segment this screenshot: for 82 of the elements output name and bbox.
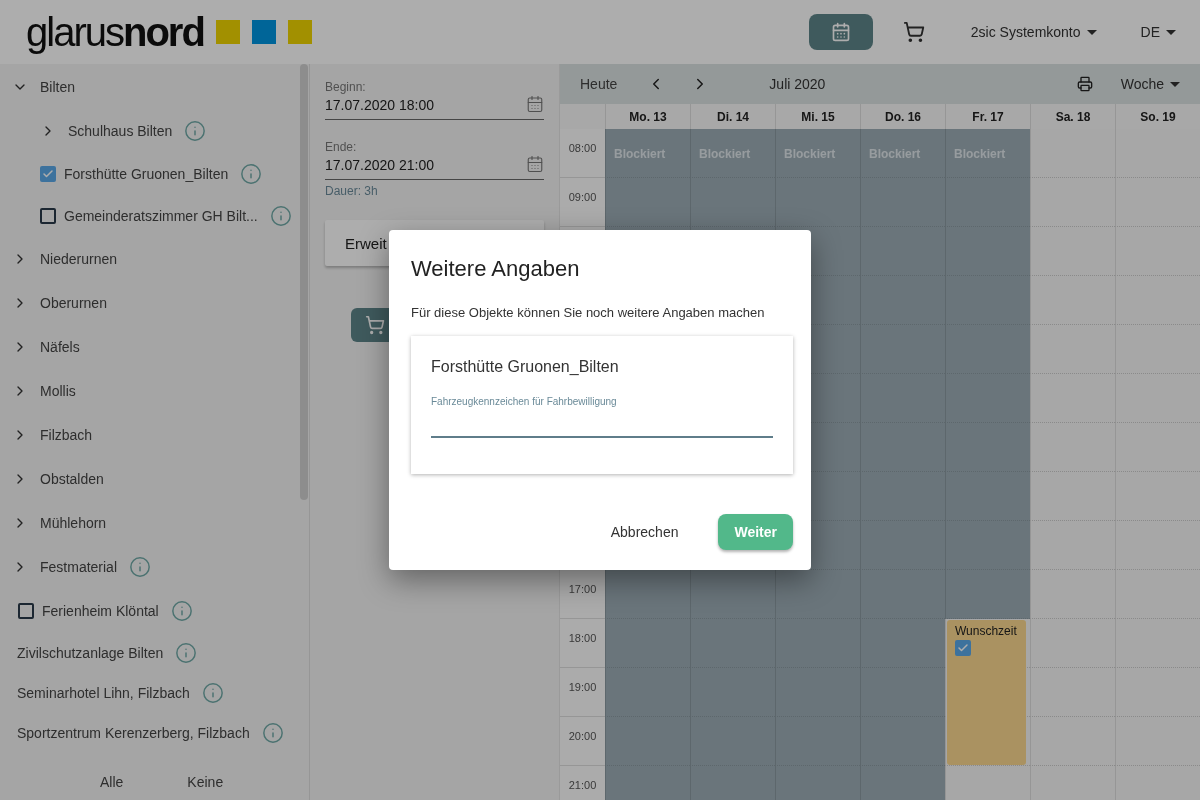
- duration-text: Dauer: 3h: [325, 184, 379, 198]
- tree-item-label[interactable]: Bilten: [40, 79, 76, 95]
- check-icon: [957, 642, 969, 654]
- tree-item-label[interactable]: Festmaterial: [40, 559, 118, 575]
- tree-item-label[interactable]: Niederurnen: [40, 251, 118, 267]
- calendar-icon: [830, 22, 851, 42]
- time-slot[interactable]: [1030, 668, 1115, 717]
- calendar-button[interactable]: [808, 14, 873, 50]
- time-slot[interactable]: [1115, 423, 1200, 472]
- dialog-text: Für diese Objekte können Sie noch weitere Angaben machen: [411, 304, 766, 322]
- logo-text: glarusnord: [26, 10, 204, 54]
- select-link[interactable]: Keine: [175, 770, 236, 794]
- time-slot[interactable]: [1030, 570, 1115, 619]
- time-slot[interactable]: [1115, 570, 1200, 619]
- tree-item-label[interactable]: Näfels: [40, 339, 80, 355]
- cart-icon[interactable]: [902, 21, 925, 43]
- date-field[interactable]: Beginn: 17.07.2020 18:00: [325, 80, 544, 120]
- checkbox[interactable]: [955, 640, 971, 656]
- view-menu[interactable]: Woche: [1120, 76, 1180, 92]
- time-slot[interactable]: [1030, 619, 1115, 668]
- calendar-icon[interactable]: [526, 95, 544, 113]
- info-icon[interactable]: [170, 600, 193, 622]
- tree-item-label[interactable]: Obstalden: [40, 471, 104, 487]
- tree-item-label[interactable]: Mollis: [40, 383, 76, 399]
- tree-item-label[interactable]: Zivilschutzanlage Bilten: [17, 645, 164, 661]
- time-slot[interactable]: [1030, 521, 1115, 570]
- tree-item-label[interactable]: Forsthütte Gruonen_Bilten: [64, 166, 229, 182]
- info-icon[interactable]: [269, 205, 292, 227]
- checkbox[interactable]: [40, 208, 56, 224]
- time-slot[interactable]: [1030, 178, 1115, 227]
- field-label: Fahrzeugkennzeichen für Fahrbewilligung: [431, 396, 618, 408]
- time-slot[interactable]: [1115, 619, 1200, 668]
- info-icon[interactable]: [201, 682, 224, 704]
- time-slot[interactable]: [1030, 129, 1115, 178]
- tree-item-label[interactable]: Mühlehorn: [40, 515, 107, 531]
- time-slot[interactable]: [1115, 276, 1200, 325]
- check-icon: [42, 168, 54, 180]
- cancel-button[interactable]: Abbrechen: [594, 514, 695, 550]
- account-menu[interactable]: 2sic Systemkonto: [970, 24, 1097, 40]
- info-icon[interactable]: [129, 556, 152, 578]
- time-slot[interactable]: [1115, 717, 1200, 766]
- time-slot[interactable]: [1030, 227, 1115, 276]
- info-icon[interactable]: [261, 722, 284, 744]
- time-slot[interactable]: [1115, 374, 1200, 423]
- language-menu[interactable]: DE: [1140, 24, 1176, 40]
- time-slot[interactable]: [1115, 129, 1200, 178]
- event-block[interactable]: Wunschzeit: [947, 620, 1026, 765]
- tree-item-label[interactable]: Schulhaus Bilten: [68, 123, 173, 139]
- time-slot[interactable]: [1115, 227, 1200, 276]
- dialog-title: Weitere Angaben: [411, 256, 581, 282]
- time-slot[interactable]: [1115, 668, 1200, 717]
- time-slot[interactable]: [1030, 472, 1115, 521]
- info-icon[interactable]: [184, 120, 207, 142]
- time-slot[interactable]: [1115, 325, 1200, 374]
- time-slot[interactable]: [1115, 178, 1200, 227]
- time-slot[interactable]: [1030, 276, 1115, 325]
- calendar-icon[interactable]: [526, 155, 544, 173]
- date-field[interactable]: Ende: 17.07.2020 21:00: [325, 140, 544, 180]
- today-button[interactable]: Heute: [580, 76, 618, 92]
- time-slot[interactable]: [1030, 423, 1115, 472]
- checkbox[interactable]: [18, 603, 34, 619]
- checkbox[interactable]: [40, 166, 56, 182]
- tree-item-label[interactable]: Oberurnen: [40, 295, 107, 311]
- time-slot[interactable]: [1115, 472, 1200, 521]
- event-title: Wunschzeit: [955, 624, 1017, 638]
- tree-item-label[interactable]: Sportzentrum Kerenzerberg, Filzbach: [17, 725, 250, 741]
- tree-item-label[interactable]: Ferienheim Klöntal: [42, 603, 159, 619]
- print-icon[interactable]: [1076, 76, 1093, 92]
- tree-item-label[interactable]: Seminarhotel Lihn, Filzbach: [17, 685, 190, 701]
- time-slot[interactable]: [1115, 521, 1200, 570]
- object-title: Forsthütte Gruonen_Bilten: [431, 358, 620, 376]
- tree-item-label[interactable]: Filzbach: [40, 427, 93, 443]
- select-link[interactable]: Alle: [88, 770, 136, 794]
- tree-item-label[interactable]: Gemeinderatszimmer GH Bilt...: [64, 208, 258, 224]
- time-slot[interactable]: [1030, 325, 1115, 374]
- cart-icon: [365, 315, 385, 335]
- info-icon[interactable]: [175, 642, 198, 664]
- month-title: Juli 2020: [769, 76, 826, 92]
- scrollbar-thumb[interactable]: [300, 64, 308, 500]
- time-slot[interactable]: [1030, 717, 1115, 766]
- time-slot[interactable]: [1030, 374, 1115, 423]
- info-icon[interactable]: [240, 163, 263, 185]
